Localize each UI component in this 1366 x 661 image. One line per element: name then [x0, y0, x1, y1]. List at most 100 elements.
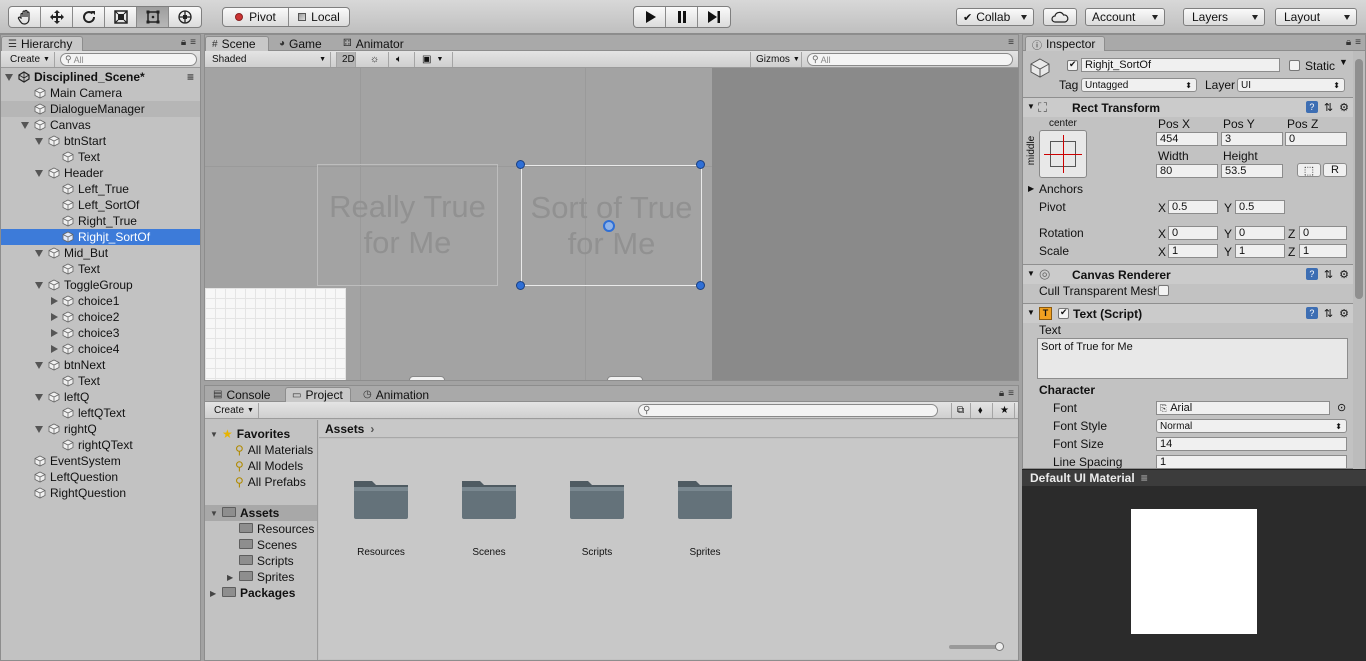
lock-icon[interactable]: 🔒︎ — [181, 37, 186, 48]
object-picker-icon[interactable]: ⊙ — [1337, 401, 1346, 414]
tab-scene[interactable]: # Scene — [205, 36, 269, 51]
hierarchy-item[interactable]: Left_True — [1, 181, 200, 197]
collab-dropdown[interactable]: ✔ Collab — [956, 8, 1034, 26]
panel-menu-icon[interactable]: ≡ — [1008, 388, 1014, 399]
project-tree-item[interactable]: Resources — [205, 521, 317, 537]
tab-project[interactable]: ▭ Project — [285, 387, 351, 402]
hierarchy-item[interactable]: LeftQuestion — [1, 469, 200, 485]
project-tree-item[interactable]: ▶ Sprites — [205, 569, 317, 585]
hierarchy-item[interactable]: DialogueManager — [1, 101, 200, 117]
pos-z-field[interactable]: 0 — [1285, 132, 1347, 146]
gizmos-dropdown[interactable]: Gizmos ▼ — [750, 52, 802, 67]
2d-toggle[interactable]: 2D — [336, 52, 356, 67]
expand-arrow-icon[interactable] — [21, 121, 29, 129]
anchor-preset-button[interactable] — [1039, 130, 1087, 178]
resize-handle[interactable] — [696, 160, 705, 169]
help-book-icon[interactable]: ? — [1305, 101, 1318, 113]
zoom-slider-thumb[interactable] — [995, 642, 1004, 651]
scale-z-field[interactable]: 1 — [1299, 244, 1347, 258]
gear-icon[interactable]: ⚙ — [1339, 307, 1349, 320]
rotate-tool-button[interactable] — [73, 7, 105, 27]
expand-arrow-icon[interactable] — [35, 361, 43, 369]
play-button[interactable] — [634, 7, 666, 27]
expand-arrow-icon[interactable] — [35, 281, 43, 289]
hierarchy-item[interactable]: Canvas — [1, 117, 200, 133]
hierarchy-item[interactable]: Mid_But — [1, 245, 200, 261]
expand-arrow-icon[interactable] — [35, 393, 43, 401]
pivot-y-field[interactable]: 0.5 — [1235, 200, 1285, 214]
hierarchy-item[interactable]: Main Camera — [1, 85, 200, 101]
project-tree-item[interactable]: ⚲ All Prefabs — [205, 474, 317, 490]
account-dropdown[interactable]: Account — [1085, 8, 1165, 26]
gear-icon[interactable]: ⚙ — [1339, 268, 1349, 281]
layout-dropdown[interactable]: Layout — [1275, 8, 1357, 26]
expand-arrow-icon[interactable]: ▶ — [1028, 184, 1034, 193]
pivot-button[interactable]: Pivot — [223, 8, 289, 26]
zoom-slider-track[interactable] — [949, 642, 1004, 651]
scale-tool-button[interactable] — [105, 7, 137, 27]
tab-game[interactable]: ◕ Game — [273, 36, 328, 51]
pos-x-field[interactable]: 454 — [1156, 132, 1218, 146]
layers-dropdown[interactable]: Layers — [1183, 8, 1265, 26]
step-button[interactable] — [698, 7, 730, 27]
blueprint-mode-button[interactable]: ⬚ — [1297, 163, 1321, 177]
expand-arrow-icon[interactable] — [5, 73, 13, 81]
breadcrumb-assets[interactable]: Assets — [325, 422, 364, 436]
text-value-area[interactable]: Sort of True for Me — [1037, 338, 1348, 379]
inspector-scrollbar[interactable] — [1353, 51, 1365, 470]
collapse-arrow-icon[interactable]: ▼ — [1027, 102, 1035, 111]
sliders-icon[interactable]: ⇅ — [1324, 307, 1333, 320]
hierarchy-item[interactable]: rightQText — [1, 437, 200, 453]
resize-handle[interactable] — [516, 281, 525, 290]
gear-icon[interactable]: ⚙ — [1339, 101, 1349, 114]
project-tree-item[interactable]: Scripts — [205, 553, 317, 569]
scale-y-field[interactable]: 1 — [1235, 244, 1285, 258]
collapsed-arrow-icon[interactable] — [51, 313, 58, 321]
help-book-icon[interactable]: ? — [1305, 268, 1318, 280]
tab-console[interactable]: ▤ Console — [207, 387, 276, 402]
expand-arrow-icon[interactable] — [35, 137, 43, 145]
raw-edit-button[interactable]: R — [1323, 163, 1347, 177]
project-tree-item[interactable]: ⚲ All Materials — [205, 442, 317, 458]
tab-animator[interactable]: ⚃ Animator — [337, 36, 410, 51]
scene-root-row[interactable]: Disciplined_Scene* ≡ — [1, 69, 200, 85]
rect-transform-header[interactable]: ▼ ⛶ Rect Transform ? ⇅ ⚙ — [1023, 97, 1353, 117]
scene-viewport[interactable]: Really True for Me Sort of True for Me — [205, 68, 1018, 380]
resize-handle[interactable] — [516, 160, 525, 169]
resize-handle[interactable] — [696, 281, 705, 290]
rect-tool-button[interactable] — [137, 7, 169, 27]
collapsed-arrow-icon[interactable]: ▶ — [210, 589, 222, 598]
hierarchy-item[interactable]: ToggleGroup — [1, 277, 200, 293]
pause-button[interactable] — [666, 7, 698, 27]
pivot-handle[interactable] — [603, 220, 615, 232]
panel-menu-icon[interactable]: ≡ — [1355, 37, 1361, 48]
hierarchy-item[interactable]: RightQuestion — [1, 485, 200, 501]
toggle-element[interactable] — [409, 376, 445, 380]
hierarchy-item[interactable]: leftQ — [1, 389, 200, 405]
lock-icon[interactable]: 🔒︎ — [1346, 37, 1351, 48]
pivot-x-field[interactable]: 0.5 — [1168, 200, 1218, 214]
lock-icon[interactable]: 🔒︎ — [999, 388, 1004, 399]
scale-x-field[interactable]: 1 — [1168, 244, 1218, 258]
tab-inspector[interactable]: ⓘ Inspector — [1025, 36, 1105, 52]
font-size-field[interactable]: 14 — [1156, 437, 1347, 451]
hierarchy-item[interactable]: Right_True — [1, 213, 200, 229]
height-field[interactable]: 53.5 — [1221, 164, 1283, 178]
hierarchy-search-input[interactable]: ⚲ All — [60, 53, 197, 66]
rotation-z-field[interactable]: 0 — [1299, 226, 1347, 240]
hierarchy-item[interactable]: Text — [1, 149, 200, 165]
hierarchy-item[interactable]: rightQ — [1, 421, 200, 437]
help-book-icon[interactable]: ? — [1305, 307, 1318, 319]
audio-toggle[interactable]: 🔈︎ — [391, 52, 415, 67]
width-field[interactable]: 80 — [1156, 164, 1218, 178]
cloud-button[interactable] — [1043, 8, 1077, 26]
sliders-icon[interactable]: ⇅ — [1324, 101, 1333, 114]
collapsed-arrow-icon[interactable] — [51, 329, 58, 337]
expand-arrow-icon[interactable]: ▼ — [210, 430, 222, 439]
project-tree-item[interactable]: ▶ Packages — [205, 585, 317, 601]
filter-type-button[interactable]: ⧉ — [951, 403, 971, 418]
layer-dropdown[interactable]: UI ⬍ — [1237, 78, 1345, 92]
hierarchy-item[interactable]: EventSystem — [1, 453, 200, 469]
asset-folder[interactable]: Scenes — [451, 475, 527, 558]
hand-tool-button[interactable] — [9, 7, 41, 27]
